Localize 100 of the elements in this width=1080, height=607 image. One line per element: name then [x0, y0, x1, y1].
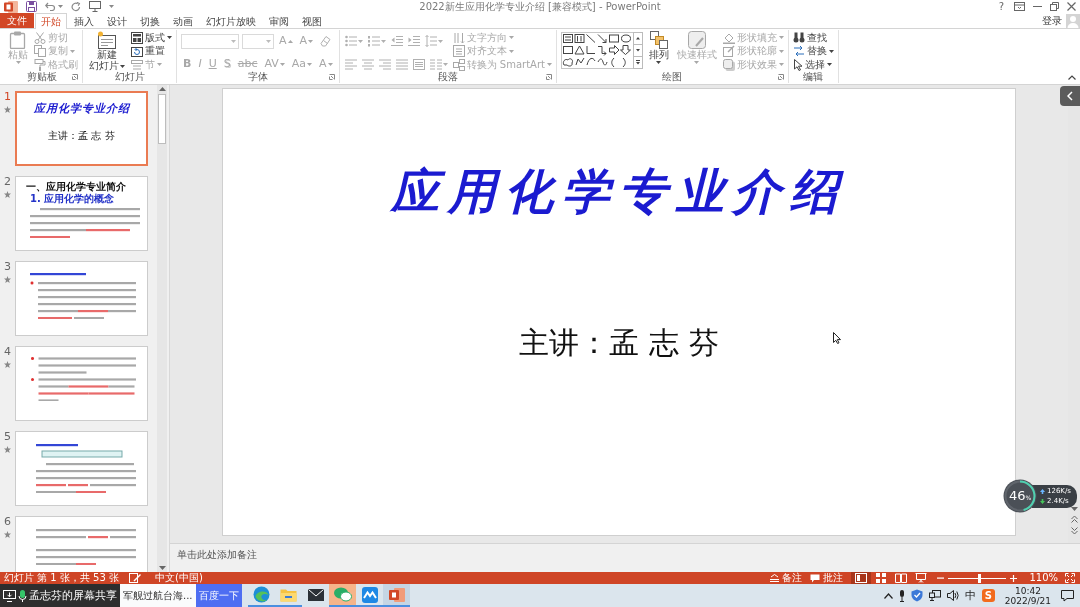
search-field[interactable]: 军舰过航台海...	[120, 584, 196, 607]
arrange-button[interactable]: 排列	[646, 31, 671, 71]
bullet-list-icon	[344, 35, 357, 47]
zoom-slider-thumb[interactable]	[978, 573, 982, 583]
microphone-icon[interactable]	[18, 589, 27, 602]
reset-button[interactable]: 重置	[131, 44, 172, 58]
caret-icon	[167, 36, 172, 39]
align-left-icon	[344, 58, 357, 70]
ribbon-tab[interactable]: 幻灯片放映	[200, 13, 262, 28]
dialog-launcher-icon[interactable]	[72, 74, 78, 80]
restore-icon[interactable]	[1050, 2, 1059, 11]
find-button[interactable]: 查找	[792, 31, 834, 44]
copy-icon	[34, 45, 46, 57]
slide-thumbnail[interactable]	[15, 516, 148, 572]
slide-thumbnail[interactable]	[15, 261, 148, 336]
scroll-up-arrow-icon[interactable]	[158, 87, 166, 91]
screen-icon[interactable]	[89, 1, 101, 12]
caret-icon	[778, 63, 784, 66]
scrollbar[interactable]	[157, 85, 167, 572]
shield-icon[interactable]	[910, 589, 923, 602]
shapes-gallery[interactable]	[560, 32, 643, 69]
numbered-list-icon	[367, 35, 380, 47]
mouse-pointer-icon	[833, 332, 841, 344]
speaker-icon[interactable]	[946, 590, 959, 601]
next-slide-icon[interactable]	[1070, 527, 1078, 535]
select-button[interactable]: 选择	[792, 58, 834, 71]
pencil-square-icon[interactable]	[129, 573, 141, 583]
ribbon-tab[interactable]: 审阅	[263, 13, 295, 28]
dialog-launcher-icon[interactable]	[328, 74, 335, 80]
caret-icon	[694, 61, 700, 64]
group-label: 剪贴板	[27, 71, 57, 83]
clock-date[interactable]: 2022/9/21	[1004, 595, 1051, 606]
text-direction-icon	[452, 31, 465, 44]
justify-icon	[395, 58, 408, 70]
redo-icon[interactable]	[71, 1, 81, 12]
side-panel-toggle[interactable]	[1060, 86, 1080, 106]
star-icon	[4, 191, 11, 198]
taskbar-button[interactable]	[383, 584, 410, 607]
dialog-launcher-icon[interactable]	[545, 74, 552, 80]
slide-thumbnail[interactable]: 一、应用化学专业简介 1. 应用化学的概念	[15, 176, 148, 251]
caret-icon	[437, 39, 443, 43]
scroll-down-arrow-icon[interactable]	[1070, 507, 1078, 511]
notes-button[interactable]: 备注	[766, 572, 807, 584]
layout-button[interactable]: 版式	[131, 31, 172, 44]
file-tab[interactable]: 文件	[0, 13, 34, 28]
previous-slide-icon[interactable]	[1070, 515, 1078, 523]
notes-field[interactable]: 单击此处添加备注	[170, 544, 1080, 572]
slide-number: 5	[4, 431, 11, 442]
group-label: 字体	[247, 71, 268, 83]
ribbon-tab[interactable]: 开始	[35, 13, 67, 29]
language-button[interactable]: 中文(中国)	[151, 572, 207, 584]
replace-button[interactable]: 替换	[792, 44, 834, 58]
input-mode-button[interactable]: 中	[964, 588, 976, 603]
notification-icon[interactable]	[1061, 589, 1074, 602]
slide-thumbnail[interactable]: 应用化学专业介绍 主讲：孟 志 芬	[15, 91, 148, 166]
group-label: 绘图	[662, 71, 683, 83]
ribbon-tab[interactable]: 切换	[134, 13, 166, 28]
thumbnail-subheading: 1. 应用化学的概念	[30, 193, 115, 204]
star-icon	[4, 446, 11, 453]
slide-thumbnail[interactable]	[15, 346, 148, 421]
caret-icon[interactable]	[109, 5, 114, 8]
caret-icon	[357, 39, 363, 43]
slide-thumbnail[interactable]	[15, 431, 148, 506]
expand-arrows-icon[interactable]	[1065, 573, 1075, 583]
save-icon[interactable]	[26, 1, 37, 12]
scroll-down-arrow-icon[interactable]	[158, 566, 166, 570]
thumbnail-subtitle: 主讲：孟 志 芬	[48, 130, 115, 141]
sign-in-link[interactable]: 登录	[1042, 14, 1062, 27]
comments-button[interactable]: 批注	[806, 572, 848, 584]
slide-number: 2	[4, 176, 11, 187]
clock-time[interactable]: 10:42	[1014, 585, 1041, 596]
chevron-up-icon[interactable]	[883, 592, 893, 599]
ribbon-tab[interactable]: 动画	[167, 13, 199, 28]
dialog-launcher-icon[interactable]	[777, 74, 784, 80]
window-caret-icon[interactable]	[1014, 2, 1025, 11]
ribbon-tab[interactable]: 插入	[68, 13, 100, 28]
close-icon[interactable]	[1067, 2, 1076, 11]
monitors-icon[interactable]	[928, 590, 941, 601]
microphone-icon[interactable]	[898, 589, 905, 602]
input-method-logo[interactable]: S	[981, 589, 995, 602]
scrollbar-thumb[interactable]	[158, 94, 166, 144]
caret-icon	[70, 49, 75, 53]
help-button[interactable]: ?	[996, 0, 1006, 13]
search-button[interactable]: 百度一下	[196, 584, 242, 607]
collapse-ribbon-icon[interactable]	[1068, 75, 1076, 80]
new-slide-button[interactable]: 新建 幻灯片	[87, 31, 127, 71]
ribbon-tab[interactable]: 视图	[296, 13, 328, 28]
caret-icon	[380, 39, 386, 43]
ribbon-tab[interactable]: 设计	[101, 13, 133, 28]
monitor-icon[interactable]	[3, 589, 16, 602]
zoom-percent[interactable]: 110%	[1025, 572, 1062, 584]
plus-icon	[1010, 574, 1018, 582]
zoom-in-button[interactable]	[1008, 572, 1020, 584]
normal-view-button[interactable]	[851, 572, 872, 584]
caret-icon[interactable]	[58, 5, 63, 8]
undo-icon[interactable]	[45, 2, 56, 11]
caret-icon	[778, 49, 784, 53]
caret-icon	[15, 61, 21, 64]
window-title: 2022新生应用化学专业介绍 [兼容模式] - PowerPoint	[418, 0, 662, 13]
slide-position-label: 幻灯片 第 1 张，共 53 张	[4, 572, 119, 584]
